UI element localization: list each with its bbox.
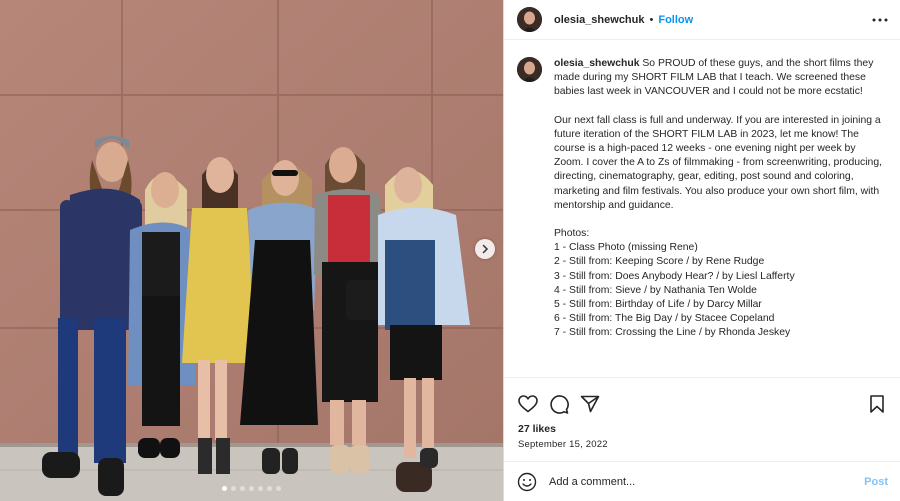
- chevron-right-icon: [482, 244, 489, 254]
- caption-paragraph: olesia_shewchuk So PROUD of these guys, …: [554, 57, 884, 100]
- username[interactable]: olesia_shewchuk: [554, 14, 645, 26]
- carousel-next-button[interactable]: [475, 239, 495, 259]
- photos-heading: Photos:: [554, 228, 590, 240]
- list-item: 6 - Still from: The Big Day / by Stacee …: [554, 313, 775, 325]
- carousel-dot: [222, 486, 227, 491]
- avatar[interactable]: [517, 7, 542, 32]
- caption-area: olesia_shewchuk So PROUD of these guys, …: [504, 40, 900, 376]
- carousel-dot: [240, 486, 245, 491]
- post-header: olesia_shewchuk • Follow: [504, 0, 900, 40]
- separator-dot: •: [649, 13, 654, 26]
- heart-icon[interactable]: [517, 393, 539, 415]
- carousel-dot: [258, 486, 263, 491]
- action-row: [504, 378, 900, 418]
- list-item: 2 - Still from: Keeping Score / by Rene …: [554, 256, 765, 268]
- post-date: September 15, 2022: [518, 439, 608, 450]
- caption-username[interactable]: olesia_shewchuk: [554, 58, 639, 69]
- comment-input[interactable]: [549, 475, 865, 488]
- list-item: 7 - Still from: Crossing the Line / by R…: [554, 327, 791, 339]
- post-actions: 27 likes September 15, 2022: [504, 377, 900, 461]
- list-item: 4 - Still from: Sieve / by Nathania Ten …: [554, 284, 757, 296]
- photos-list: 1 - Class Photo (missing Rene) 2 - Still…: [554, 241, 884, 340]
- list-item: 5 - Still from: Birthday of Life / by Da…: [554, 299, 762, 311]
- post-comment-button[interactable]: Post: [864, 476, 888, 488]
- comment-box: Post: [504, 461, 900, 501]
- group-photo-image: [0, 0, 503, 501]
- carousel-dot: [231, 486, 236, 491]
- like-count[interactable]: 27 likes: [518, 423, 900, 435]
- list-item: 3 - Still from: Does Anybody Hear? / by …: [554, 270, 795, 282]
- emoji-icon[interactable]: [517, 472, 537, 492]
- comment-icon[interactable]: [548, 393, 570, 415]
- carousel-dot: [249, 486, 254, 491]
- caption-text: olesia_shewchuk So PROUD of these guys, …: [554, 57, 884, 376]
- avatar[interactable]: [517, 57, 542, 82]
- caption-paragraph: Our next fall class is full and underway…: [554, 114, 883, 211]
- list-item: 1 - Class Photo (missing Rene): [554, 242, 698, 254]
- post-side-panel: olesia_shewchuk • Follow olesia_shewchuk…: [503, 0, 900, 501]
- carousel-dot: [276, 486, 281, 491]
- carousel-dot: [267, 486, 272, 491]
- more-horizontal-icon[interactable]: [872, 18, 888, 22]
- share-icon[interactable]: [579, 393, 601, 415]
- bookmark-icon[interactable]: [866, 393, 888, 415]
- carousel-dots: [0, 486, 503, 491]
- follow-button[interactable]: Follow: [658, 14, 693, 26]
- post-photo[interactable]: [0, 0, 503, 501]
